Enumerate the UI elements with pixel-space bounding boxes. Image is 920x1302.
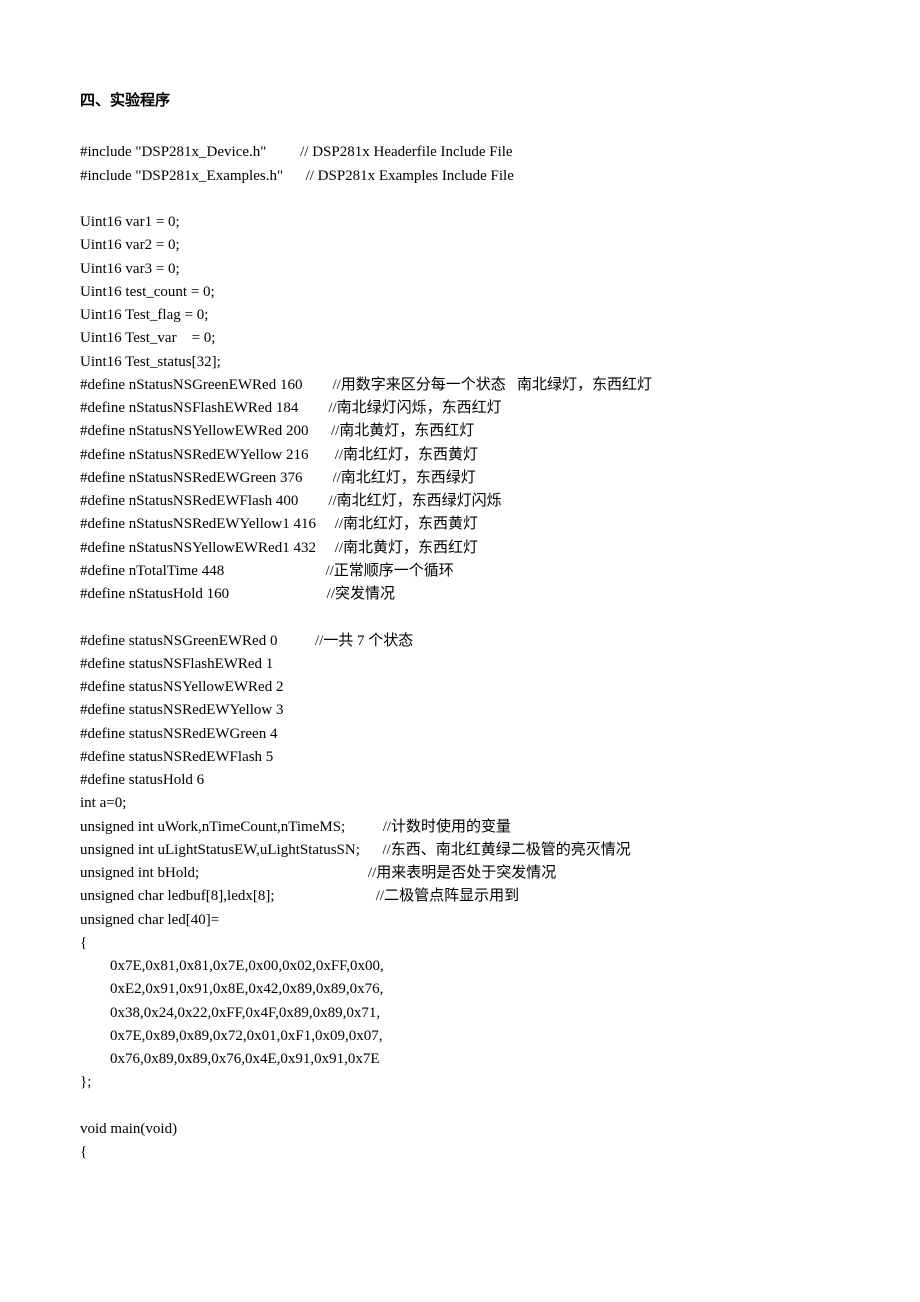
code-line: { [80, 932, 840, 955]
code-line: 0x7E,0x89,0x89,0x72,0x01,0xF1,0x09,0x07, [80, 1025, 840, 1048]
code-line: #include "DSP281x_Device.h" // DSP281x H… [80, 141, 840, 164]
code-line: #define nStatusNSRedEWYellow1 416 //南北红灯… [80, 513, 840, 536]
code-line: 0x7E,0x81,0x81,0x7E,0x00,0x02,0xFF,0x00, [80, 955, 840, 978]
code-line: unsigned char ledbuf[8],ledx[8]; //二极管点阵… [80, 885, 840, 908]
code-line: unsigned int bHold; //用来表明是否处于突发情况 [80, 862, 840, 885]
code-line: int a=0; [80, 792, 840, 815]
code-line: #define nStatusNSRedEWYellow 216 //南北红灯，… [80, 444, 840, 467]
code-line: { [80, 1141, 840, 1164]
code-line: #define nStatusNSYellowEWRed1 432 //南北黄灯… [80, 537, 840, 560]
code-line: Uint16 var3 = 0; [80, 258, 840, 281]
code-line: #define statusNSYellowEWRed 2 [80, 676, 840, 699]
code-line: #define nStatusNSFlashEWRed 184 //南北绿灯闪烁… [80, 397, 840, 420]
code-line: #define nStatusNSRedEWGreen 376 //南北红灯，东… [80, 467, 840, 490]
code-line: Uint16 Test_status[32]; [80, 351, 840, 374]
code-line: #define statusNSRedEWGreen 4 [80, 723, 840, 746]
code-line: #define nStatusNSGreenEWRed 160 //用数字来区分… [80, 374, 840, 397]
section-heading: 四、实验程序 [80, 90, 840, 113]
code-line: Uint16 test_count = 0; [80, 281, 840, 304]
code-line: #define nTotalTime 448 //正常顺序一个循环 [80, 560, 840, 583]
code-line: #define nStatusNSRedEWFlash 400 //南北红灯，东… [80, 490, 840, 513]
code-line: #define statusNSRedEWFlash 5 [80, 746, 840, 769]
code-line: 0x76,0x89,0x89,0x76,0x4E,0x91,0x91,0x7E [80, 1048, 840, 1071]
code-line [80, 188, 840, 211]
code-line: unsigned char led[40]= [80, 909, 840, 932]
code-line: Uint16 var2 = 0; [80, 234, 840, 257]
code-line: #include "DSP281x_Examples.h" // DSP281x… [80, 165, 840, 188]
code-line: Uint16 var1 = 0; [80, 211, 840, 234]
code-line: }; [80, 1071, 840, 1094]
code-line: #define statusHold 6 [80, 769, 840, 792]
code-line [80, 606, 840, 629]
code-line: void main(void) [80, 1118, 840, 1141]
code-line: Uint16 Test_flag = 0; [80, 304, 840, 327]
code-line: #define nStatusHold 160 //突发情况 [80, 583, 840, 606]
document-page: 四、实验程序 #include "DSP281x_Device.h" // DS… [0, 0, 920, 1224]
code-line: #define statusNSFlashEWRed 1 [80, 653, 840, 676]
code-line: #define nStatusNSYellowEWRed 200 //南北黄灯，… [80, 420, 840, 443]
code-line [80, 1095, 840, 1118]
code-line: #define statusNSGreenEWRed 0 //一共 7 个状态 [80, 630, 840, 653]
code-block: #include "DSP281x_Device.h" // DSP281x H… [80, 141, 840, 1164]
code-line: 0xE2,0x91,0x91,0x8E,0x42,0x89,0x89,0x76, [80, 978, 840, 1001]
code-line: #define statusNSRedEWYellow 3 [80, 699, 840, 722]
code-line: unsigned int uLightStatusEW,uLightStatus… [80, 839, 840, 862]
code-line: unsigned int uWork,nTimeCount,nTimeMS; /… [80, 816, 840, 839]
code-line: Uint16 Test_var = 0; [80, 327, 840, 350]
code-line: 0x38,0x24,0x22,0xFF,0x4F,0x89,0x89,0x71, [80, 1002, 840, 1025]
